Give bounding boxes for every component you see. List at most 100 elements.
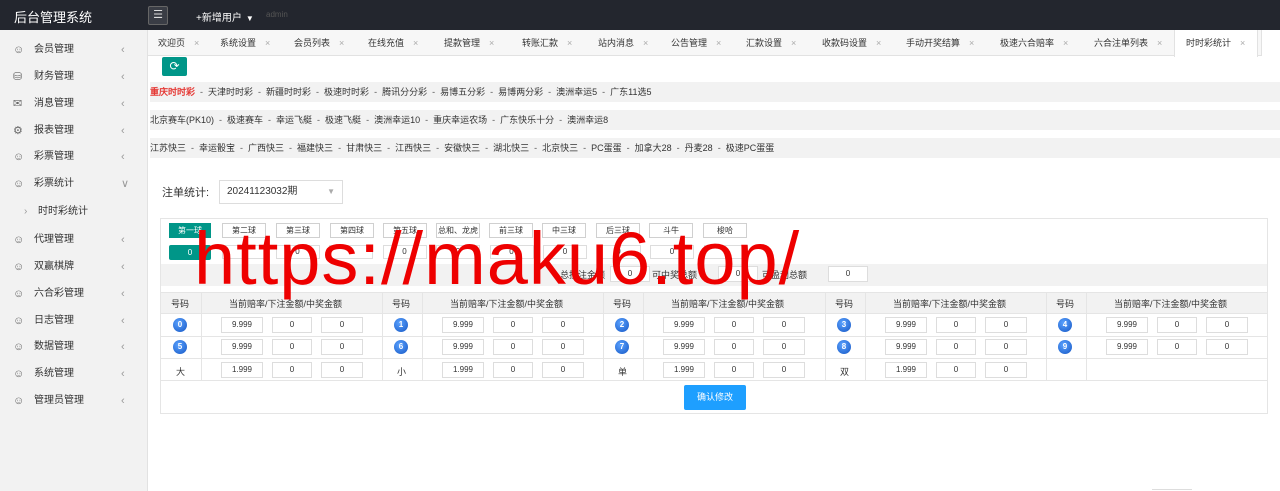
close-icon[interactable]: × <box>194 38 199 48</box>
sidebar-item[interactable]: ☺ 彩票统计 ∨ <box>0 171 148 197</box>
win-amount-input[interactable]: 0 <box>321 317 363 333</box>
lottery-link[interactable]: 极速时时彩 <box>324 87 369 97</box>
win-amount-input[interactable]: 0 <box>1206 317 1248 333</box>
sidebar-item[interactable]: ✉ 消息管理 ‹ <box>0 91 148 117</box>
close-icon[interactable]: × <box>489 38 494 48</box>
odds-input[interactable]: 1.999 <box>442 362 484 378</box>
lottery-link[interactable]: 丹麦28 <box>685 143 713 153</box>
win-amount-input[interactable]: 0 <box>542 317 584 333</box>
sidebar-item[interactable]: ☺ 系统管理 ‹ <box>0 361 148 387</box>
close-icon[interactable]: × <box>643 38 648 48</box>
win-amount-input[interactable]: 0 <box>763 317 805 333</box>
lottery-link[interactable]: 新疆时时彩 <box>266 87 311 97</box>
lottery-link[interactable]: 易博两分彩 <box>498 87 543 97</box>
lottery-link[interactable]: 江苏快三 <box>150 143 186 153</box>
tab[interactable]: 时时彩统计 × <box>1174 30 1258 57</box>
lottery-link[interactable]: 腾讯分分彩 <box>382 87 427 97</box>
close-icon[interactable]: × <box>1063 38 1068 48</box>
lottery-link[interactable]: 澳洲幸运5 <box>556 87 597 97</box>
bet-amount-input[interactable]: 0 <box>493 339 533 355</box>
tab[interactable]: 欢迎页 × <box>158 30 199 56</box>
bet-amount-input[interactable]: 0 <box>1157 339 1197 355</box>
bet-amount-input[interactable]: 0 <box>1157 317 1197 333</box>
tab[interactable]: 提款管理 × <box>444 30 494 56</box>
sidebar-item[interactable]: ☺ 会员管理 ‹ <box>0 37 148 63</box>
close-icon[interactable]: × <box>413 38 418 48</box>
close-icon[interactable]: × <box>1240 38 1245 48</box>
lottery-link[interactable]: 广东快乐十分 <box>500 115 554 125</box>
odds-input[interactable]: 9.999 <box>1106 339 1148 355</box>
bet-amount-input[interactable]: 0 <box>272 339 312 355</box>
close-icon[interactable]: × <box>339 38 344 48</box>
close-icon[interactable]: × <box>567 38 572 48</box>
tab[interactable]: 手动开奖结算 × <box>906 30 974 56</box>
odds-input[interactable]: 9.999 <box>221 317 263 333</box>
sidebar-item[interactable]: ☺ 管理员管理 ‹ <box>0 388 148 414</box>
sidebar-item[interactable]: ⛁ 财务管理 ‹ <box>0 64 148 90</box>
odds-input[interactable]: 9.999 <box>885 317 927 333</box>
win-amount-input[interactable]: 0 <box>542 362 584 378</box>
sidebar-item[interactable]: ☺ 代理管理 ‹ <box>0 227 148 253</box>
odds-input[interactable]: 9.999 <box>1106 317 1148 333</box>
lottery-link[interactable]: 天津时时彩 <box>208 87 253 97</box>
win-amount-input[interactable]: 0 <box>542 339 584 355</box>
tab-scroll-right[interactable] <box>1261 30 1280 56</box>
tab[interactable]: 极速六合赔率 × <box>1000 30 1068 56</box>
odds-input[interactable]: 9.999 <box>663 339 705 355</box>
lottery-link[interactable]: 广东11选5 <box>610 87 651 97</box>
lottery-link[interactable]: 极速赛车 <box>227 115 263 125</box>
sidebar-item[interactable]: ☺ 日志管理 ‹ <box>0 308 148 334</box>
bet-amount-input[interactable]: 0 <box>714 317 754 333</box>
odds-input[interactable]: 9.999 <box>885 339 927 355</box>
lottery-link[interactable]: 湖北快三 <box>493 143 529 153</box>
bet-amount-input[interactable]: 0 <box>493 317 533 333</box>
win-amount-input[interactable]: 0 <box>985 362 1027 378</box>
close-icon[interactable]: × <box>1157 38 1162 48</box>
win-amount-input[interactable]: 0 <box>763 339 805 355</box>
lottery-link[interactable]: 澳洲幸运8 <box>567 115 608 125</box>
sidebar-item[interactable]: ⚙ 报表管理 ‹ <box>0 118 148 144</box>
tab[interactable]: 转账汇款 × <box>522 30 572 56</box>
tab[interactable]: 汇款设置 × <box>746 30 796 56</box>
close-icon[interactable]: × <box>716 38 721 48</box>
lottery-link[interactable]: 加拿大28 <box>635 143 672 153</box>
odds-input[interactable]: 9.999 <box>663 317 705 333</box>
odds-input[interactable]: 9.999 <box>442 317 484 333</box>
close-icon[interactable]: × <box>265 38 270 48</box>
tab[interactable]: 六合注单列表 × <box>1094 30 1162 56</box>
sidebar-item[interactable]: ☺ 六合彩管理 ‹ <box>0 281 148 307</box>
win-amount-input[interactable]: 0 <box>763 362 805 378</box>
lottery-link[interactable]: PC蛋蛋 <box>591 143 622 153</box>
tab[interactable]: 公告管理 × <box>671 30 721 56</box>
odds-input[interactable]: 1.999 <box>221 362 263 378</box>
bet-amount-input[interactable]: 0 <box>714 362 754 378</box>
bet-amount-input[interactable]: 0 <box>272 362 312 378</box>
sidebar-item[interactable]: ☺ 双赢棋牌 ‹ <box>0 254 148 280</box>
win-amount-input[interactable]: 0 <box>985 339 1027 355</box>
odds-input[interactable]: 1.999 <box>663 362 705 378</box>
bet-amount-input[interactable]: 0 <box>272 317 312 333</box>
bet-amount-input[interactable]: 0 <box>493 362 533 378</box>
win-amount-input[interactable]: 0 <box>321 339 363 355</box>
bet-amount-input[interactable]: 0 <box>936 339 976 355</box>
lottery-link[interactable]: 甘肃快三 <box>346 143 382 153</box>
bet-amount-input[interactable]: 0 <box>936 362 976 378</box>
lottery-link[interactable]: 北京快三 <box>542 143 578 153</box>
odds-input[interactable]: 9.999 <box>221 339 263 355</box>
odds-input[interactable]: 9.999 <box>442 339 484 355</box>
win-amount-input[interactable]: 0 <box>321 362 363 378</box>
lottery-link[interactable]: 重庆时时彩 <box>150 87 195 97</box>
odds-input[interactable]: 1.999 <box>885 362 927 378</box>
bet-amount-input[interactable]: 0 <box>714 339 754 355</box>
lottery-link[interactable]: 极速飞艇 <box>325 115 361 125</box>
tab[interactable]: 系统设置 × <box>220 30 270 56</box>
tab[interactable]: 在线充值 × <box>368 30 418 56</box>
lottery-link[interactable]: 重庆幸运农场 <box>433 115 487 125</box>
refresh-button[interactable]: ⟳ <box>162 57 187 76</box>
confirm-button[interactable]: 确认修改 <box>684 385 746 410</box>
bet-amount-input[interactable]: 0 <box>936 317 976 333</box>
lottery-link[interactable]: 福建快三 <box>297 143 333 153</box>
sidebar-subitem[interactable]: › 时时彩统计 <box>0 199 148 225</box>
lottery-link[interactable]: 广西快三 <box>248 143 284 153</box>
win-amount-input[interactable]: 0 <box>1206 339 1248 355</box>
